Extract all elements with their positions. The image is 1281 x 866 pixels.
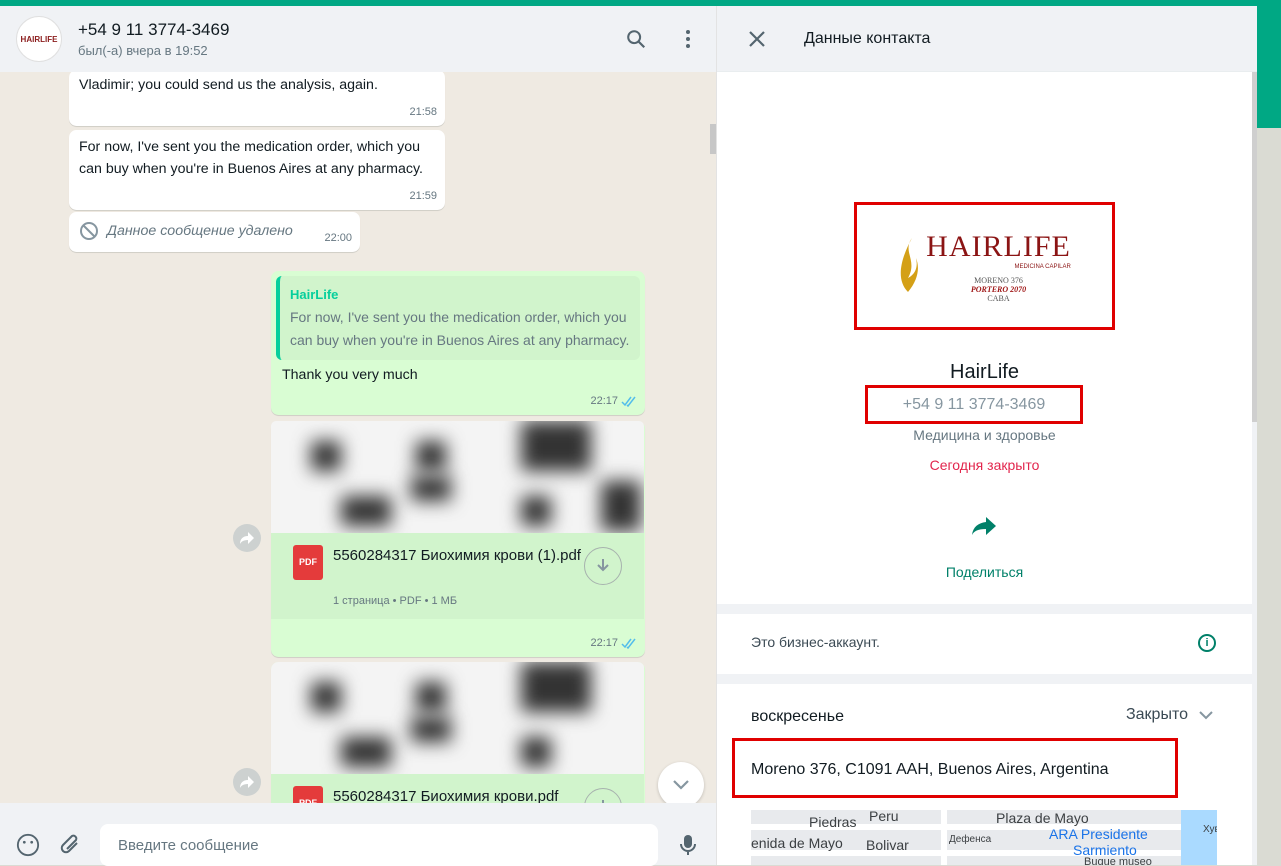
chat-header-info[interactable]: +54 9 11 3774-3469 был(-а) вчера в 19:52: [78, 20, 624, 58]
last-seen: был(-а) вчера в 19:52: [78, 43, 208, 58]
scrollbar[interactable]: [1252, 72, 1257, 422]
map-label: ARA Presidente: [1049, 826, 1148, 842]
composer: [0, 803, 716, 866]
day-label: воскресенье: [751, 708, 844, 725]
quoted-message[interactable]: HairLife For now, I've sent you the medi…: [276, 276, 640, 360]
quote-text: For now, I've sent you the medication or…: [290, 309, 630, 348]
share-button[interactable]: Поделиться: [717, 564, 1252, 580]
close-icon[interactable]: [745, 27, 769, 51]
message-time: 21:58: [409, 106, 437, 118]
message-text: Vladimir; you could send us the analysis…: [79, 77, 378, 93]
chevron-down-icon: [1199, 711, 1213, 720]
message-deleted[interactable]: Данное сообщение удалено 22:00: [69, 212, 360, 252]
logo-address-2: PORTERO 2070: [970, 284, 1027, 294]
document-thumbnail[interactable]: [271, 662, 644, 774]
double-check-icon: [621, 638, 636, 649]
document-meta: 1 страница • PDF • 1 МБ: [333, 595, 458, 607]
scroll-down-button[interactable]: [658, 762, 704, 803]
document-message[interactable]: PDF 5560284317 Биохимия крови.pdf: [271, 662, 645, 803]
map-label: Plaza de Mayo: [996, 810, 1089, 826]
logo-address-3: CABA: [987, 293, 1010, 303]
hours-dropdown[interactable]: Закрыто: [1126, 706, 1214, 724]
whatsapp-app: HAIRLIFE +54 9 11 3774-3469 был(-а) вчер…: [0, 6, 1257, 866]
contact-phone: +54 9 11 3774-3469: [865, 385, 1083, 424]
message-input[interactable]: [100, 824, 658, 866]
day-status: Закрыто: [1125, 706, 1188, 723]
message-text: Thank you very much: [282, 367, 418, 383]
info-icon[interactable]: i: [1198, 634, 1216, 652]
menu-icon[interactable]: [676, 27, 700, 51]
document-name: 5560284317 Биохимия крови (1).pdf: [333, 547, 581, 564]
map-label: Peru: [869, 810, 899, 824]
chevron-down-icon: [673, 780, 689, 790]
logo-brand: HAIRLIFE: [926, 229, 1071, 263]
message-list[interactable]: Vladimir; you could send us the analysis…: [0, 72, 716, 803]
business-hours-card: воскресенье Закрыто Moreno 376, C1091 AA…: [717, 684, 1252, 865]
contact-name: HairLife: [950, 361, 1019, 383]
document-name: 5560284317 Биохимия крови.pdf: [333, 788, 559, 803]
download-icon[interactable]: [584, 788, 622, 803]
emoji-icon[interactable]: [16, 833, 40, 857]
map-label: Дефенса: [949, 834, 992, 845]
chat-header[interactable]: HAIRLIFE +54 9 11 3774-3469 был(-а) вчер…: [0, 6, 716, 72]
map-label: Buque museo: [1084, 856, 1152, 865]
map-label: Piedras: [809, 814, 857, 830]
message-time: 22:00: [324, 232, 352, 244]
quote-author: HairLife: [290, 287, 339, 302]
logo-tagline: MEDICINA CAPILAR: [1014, 263, 1071, 270]
document-thumbnail[interactable]: [271, 421, 644, 533]
attach-icon[interactable]: [58, 833, 82, 857]
flame-logo-icon: [900, 238, 919, 292]
logo-address-1: MORENO 376: [974, 275, 1023, 285]
deleted-text: Данное сообщение удалено: [107, 223, 293, 239]
business-logo[interactable]: HAIRLIFE MEDICINA CAPILAR MORENO 376 POR…: [854, 202, 1115, 330]
message-incoming[interactable]: Vladimir; you could send us the analysis…: [69, 72, 445, 126]
business-account-card: Это бизнес-аккаунт. i: [717, 614, 1252, 674]
message-time: 22:17: [590, 637, 618, 649]
chat-title: +54 9 11 3774-3469: [78, 20, 230, 39]
avatar[interactable]: HAIRLIFE: [16, 16, 62, 62]
pdf-file-icon: PDF: [293, 545, 323, 580]
forward-icon[interactable]: [233, 768, 261, 796]
pdf-file-icon: PDF: [293, 786, 323, 803]
contact-info-panel: Данные контакта HAIRLIFE MEDICINA CAPILA…: [717, 6, 1257, 865]
contact-profile-card: HAIRLIFE MEDICINA CAPILAR MORENO 376 POR…: [717, 72, 1252, 604]
map-label: Хува: [1203, 824, 1217, 835]
map-label: enida de Mayo: [751, 835, 843, 851]
hours-status: Сегодня закрыто: [929, 457, 1040, 473]
location-map[interactable]: Piedras Peru Plaza de Mayo ARA President…: [751, 810, 1217, 865]
contact-header: Данные контакта: [717, 6, 1257, 72]
share-icon[interactable]: [970, 514, 998, 543]
forward-icon[interactable]: [233, 524, 261, 552]
scrollbar[interactable]: [710, 124, 716, 154]
window-edge: [1257, 6, 1281, 865]
panel-title: Данные контакта: [804, 29, 931, 47]
download-icon[interactable]: [584, 547, 622, 585]
message-time: 22:17: [590, 395, 618, 407]
blocked-icon: [80, 222, 98, 240]
message-incoming[interactable]: For now, I've sent you the medication or…: [69, 130, 445, 210]
message-time: 21:59: [409, 190, 437, 202]
document-info[interactable]: PDF 5560284317 Биохимия крови (1).pdf 1 …: [271, 533, 644, 619]
message-text: For now, I've sent you the medication or…: [79, 139, 423, 177]
business-address[interactable]: Moreno 376, C1091 AAH, Buenos Aires, Arg…: [732, 738, 1178, 798]
document-info[interactable]: PDF 5560284317 Биохимия крови.pdf: [271, 774, 644, 803]
chat-panel: HAIRLIFE +54 9 11 3774-3469 был(-а) вчер…: [0, 6, 717, 866]
search-icon[interactable]: [624, 27, 648, 51]
map-label: Bolivar: [866, 837, 909, 853]
document-message[interactable]: PDF 5560284317 Биохимия крови (1).pdf 1 …: [271, 421, 645, 657]
business-note: Это бизнес-аккаунт.: [751, 634, 880, 650]
double-check-icon: [621, 396, 636, 407]
business-category: Медицина и здоровье: [913, 427, 1056, 443]
message-outgoing-reply[interactable]: HairLife For now, I've sent you the medi…: [271, 271, 645, 415]
microphone-icon[interactable]: [676, 833, 700, 857]
